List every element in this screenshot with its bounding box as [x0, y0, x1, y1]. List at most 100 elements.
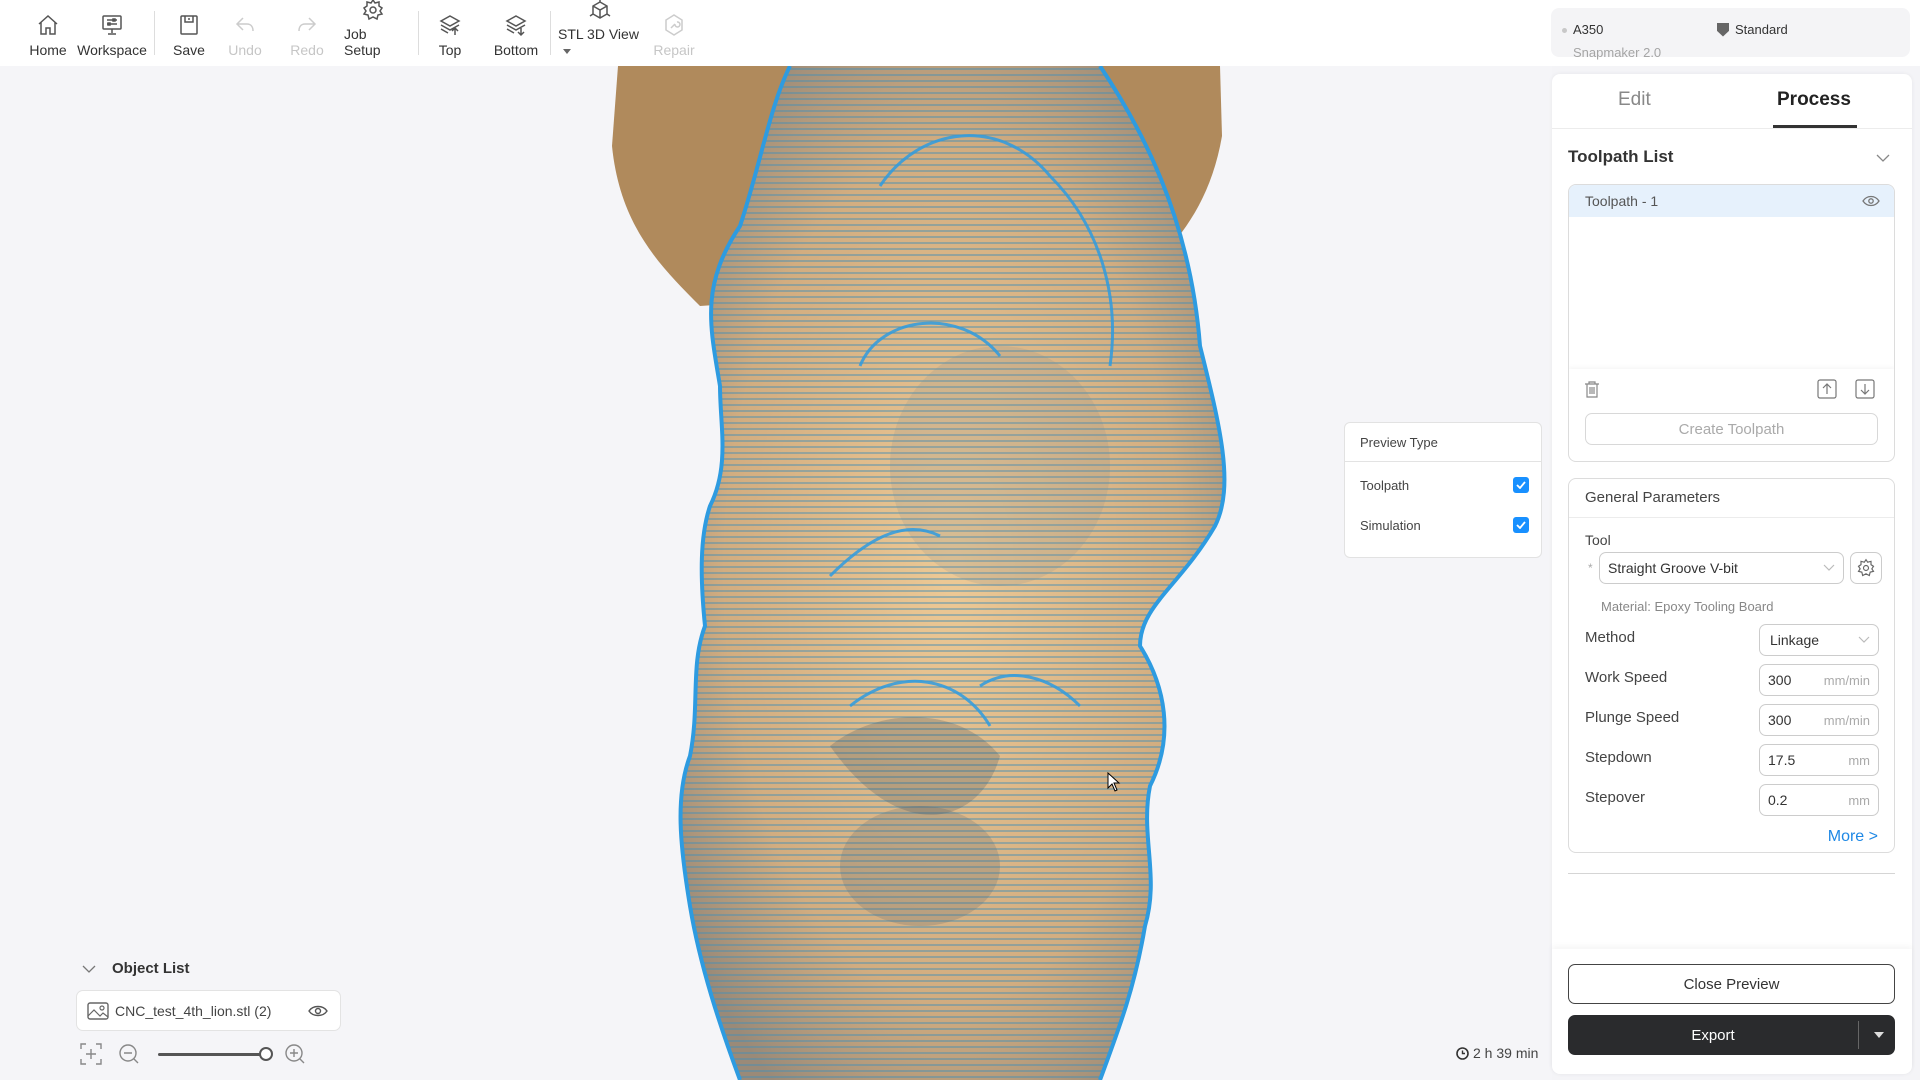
preview-type-title: Preview Type	[1345, 423, 1541, 462]
save-icon	[176, 12, 202, 38]
object-list-item[interactable]: CNC_test_4th_lion.stl (2)	[76, 990, 341, 1031]
undo-button[interactable]: Undo	[214, 0, 276, 58]
method-select-value: Linkage	[1770, 632, 1820, 648]
preview-option-label: Toolpath	[1360, 477, 1410, 493]
redo-button[interactable]: Redo	[276, 0, 338, 58]
tool-select[interactable]: Straight Groove V-bit	[1599, 552, 1844, 584]
move-up-icon[interactable]	[1817, 379, 1837, 399]
tool-settings-button[interactable]	[1850, 552, 1882, 584]
object-name: CNC_test_4th_lion.stl (2)	[115, 1002, 272, 1019]
work-speed-value: 300	[1768, 672, 1792, 688]
job-setup-button[interactable]: Job Setup	[338, 0, 408, 58]
connection-status-dot	[1562, 28, 1567, 33]
model-render	[612, 66, 1227, 1080]
chevron-down-icon	[1858, 636, 1870, 643]
preview-option-toolpath[interactable]: Toolpath	[1360, 477, 1529, 493]
repair-label: Repair	[653, 42, 695, 58]
trash-icon[interactable]	[1584, 380, 1600, 398]
plunge-speed-value: 300	[1768, 712, 1792, 728]
plunge-speed-label: Plunge Speed	[1585, 709, 1680, 726]
estimated-time: 2 h 39 min	[1456, 1045, 1538, 1061]
workspace-icon	[99, 12, 125, 38]
stepdown-input[interactable]: 17.5 mm	[1759, 744, 1879, 776]
stl-3d-view-label-wrap: STL 3D View	[558, 26, 642, 58]
save-button[interactable]: Save	[164, 0, 214, 58]
top-label: Top	[438, 42, 462, 58]
toolbar-divider	[550, 11, 551, 55]
zoom-in-icon[interactable]	[284, 1043, 306, 1065]
eye-icon[interactable]	[1862, 195, 1880, 207]
workspace-label: Workspace	[77, 42, 147, 58]
work-speed-label: Work Speed	[1585, 669, 1668, 686]
undo-label: Undo	[228, 42, 262, 58]
chevron-down-icon[interactable]	[1876, 154, 1890, 163]
stepover-input[interactable]: 0.2 mm	[1759, 784, 1879, 816]
plunge-speed-input[interactable]: 300 mm/min	[1759, 704, 1879, 736]
stl-3d-view-label: STL 3D View	[558, 26, 639, 42]
top-view-button[interactable]: Top	[428, 0, 472, 58]
method-select[interactable]: Linkage	[1759, 624, 1879, 656]
dropdown-caret-icon	[563, 48, 571, 54]
machine-info[interactable]: A350 Snapmaker 2.0 Standard	[1551, 8, 1910, 60]
zoom-slider-track[interactable]	[158, 1053, 266, 1056]
divider	[1568, 873, 1895, 874]
object-list-header[interactable]: Object List	[82, 960, 190, 977]
toolpath-list: Toolpath - 1 Create Toolpath	[1568, 184, 1895, 462]
tab-edit[interactable]: Edit	[1618, 89, 1651, 111]
machine-model: Snapmaker 2.0	[1573, 45, 1662, 60]
job-setup-label: Job Setup	[344, 26, 381, 58]
caret-down-icon	[1874, 1032, 1884, 1038]
clock-icon	[1456, 1046, 1469, 1060]
required-mark: *	[1588, 561, 1593, 575]
3d-viewport[interactable]	[0, 66, 1552, 1080]
machine-name: A350	[1573, 22, 1604, 37]
toolpath-item[interactable]: Toolpath - 1	[1569, 185, 1894, 217]
layers-up-icon	[437, 12, 463, 38]
stl-3d-view-button[interactable]: STL 3D View	[552, 0, 648, 58]
plunge-speed-unit: mm/min	[1823, 712, 1870, 728]
zoom-controls	[80, 1043, 320, 1065]
move-down-icon[interactable]	[1855, 379, 1875, 399]
bottom-view-button[interactable]: Bottom	[480, 0, 552, 58]
repair-button[interactable]: Repair	[648, 0, 700, 58]
check-icon	[1516, 521, 1526, 529]
chevron-down-icon	[1823, 564, 1835, 571]
export-dropdown-button[interactable]	[1864, 1015, 1894, 1055]
work-speed-input[interactable]: 300 mm/min	[1759, 664, 1879, 696]
preview-option-label: Simulation	[1360, 517, 1421, 533]
zoom-slider-thumb[interactable]	[259, 1047, 273, 1061]
tab-process[interactable]: Process	[1777, 89, 1851, 111]
export-button[interactable]: Export	[1568, 1015, 1858, 1055]
stepdown-unit: mm	[1848, 752, 1870, 768]
cube-icon	[587, 0, 613, 22]
create-toolpath-button[interactable]: Create Toolpath	[1585, 413, 1878, 445]
preview-type-panel: Preview Type Toolpath Simulation	[1344, 422, 1542, 558]
simulation-checkbox[interactable]	[1513, 517, 1529, 533]
more-link[interactable]: More >	[1828, 828, 1878, 846]
toolbar-divider	[154, 11, 155, 55]
material-label: Material: Epoxy Tooling Board	[1601, 599, 1774, 614]
right-panel: Edit Process Toolpath List Toolpath - 1 …	[1552, 74, 1912, 1074]
panel-tabs: Edit Process	[1552, 74, 1912, 129]
home-button[interactable]: Home	[24, 0, 72, 58]
workspace-button[interactable]: Workspace	[72, 0, 152, 58]
chevron-down-icon	[82, 965, 96, 973]
toolpath-checkbox[interactable]	[1513, 477, 1529, 493]
eye-icon[interactable]	[308, 1004, 328, 1018]
divider	[1858, 1021, 1859, 1049]
fit-view-icon[interactable]	[80, 1043, 102, 1065]
machine-mode: Standard	[1717, 22, 1788, 37]
general-parameters-title: General Parameters	[1585, 489, 1721, 506]
preview-option-simulation[interactable]: Simulation	[1360, 517, 1529, 533]
check-icon	[1516, 481, 1526, 489]
model-shadow	[890, 346, 1110, 586]
object-list-title: Object List	[112, 960, 190, 977]
machine-mode-label: Standard	[1735, 22, 1788, 37]
close-preview-button[interactable]: Close Preview	[1568, 964, 1895, 1004]
image-icon	[87, 1001, 109, 1020]
stepover-unit: mm	[1848, 792, 1870, 808]
save-label: Save	[173, 42, 205, 58]
zoom-out-icon[interactable]	[118, 1043, 140, 1065]
work-speed-unit: mm/min	[1823, 672, 1870, 688]
stepdown-label: Stepdown	[1585, 749, 1652, 766]
